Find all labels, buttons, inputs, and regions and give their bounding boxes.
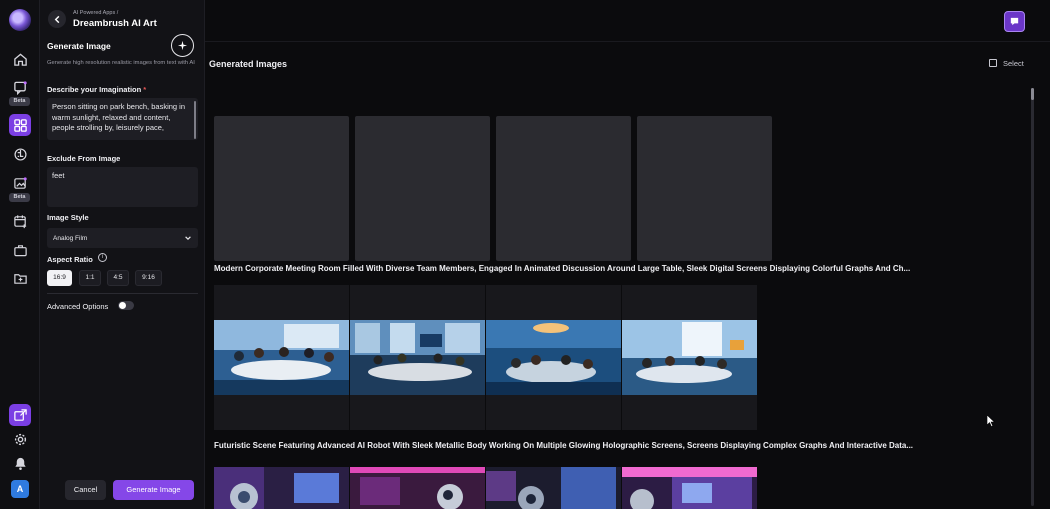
describe-text: Person sitting on park bench, basking in… (52, 102, 185, 132)
exclude-text: feet (52, 171, 65, 180)
mouse-cursor-icon (987, 415, 996, 427)
image-placeholder (355, 116, 490, 261)
generated-image-card[interactable] (622, 285, 757, 430)
describe-label: Describe your Imagination * (47, 85, 146, 94)
ratio-label: Aspect Ratio (47, 255, 93, 264)
generated-image[interactable] (214, 320, 349, 395)
back-button[interactable] (48, 10, 66, 28)
top-action-button[interactable] (1004, 11, 1025, 32)
results-scrollbar[interactable] (1031, 88, 1034, 506)
image-placeholder (214, 116, 349, 261)
advanced-options-label: Advanced Options (47, 302, 109, 311)
folder-icon[interactable] (9, 267, 31, 289)
sparkle-plus-icon (177, 40, 188, 51)
exclude-label: Exclude From Image (47, 154, 121, 163)
chat-icon[interactable] (9, 76, 31, 98)
beta-badge: Beta (9, 193, 30, 202)
prompt-title: Futuristic Scene Featuring Advanced AI R… (214, 441, 914, 450)
generated-image[interactable] (350, 320, 485, 395)
style-select[interactable]: Analog Film (47, 228, 198, 248)
panel-title: Generate Image (47, 41, 111, 51)
generate-panel: AI Powered Apps / Dreambrush AI Art Gene… (40, 0, 205, 509)
ratio-9-16-button[interactable]: 9:16 (135, 270, 162, 286)
promo-icon[interactable] (9, 404, 31, 426)
bell-icon[interactable] (9, 452, 31, 474)
calendar-add-icon[interactable] (9, 210, 31, 232)
generated-image[interactable] (622, 320, 757, 395)
ratio-4-5-button[interactable]: 4:5 (107, 270, 129, 286)
generated-image[interactable] (350, 467, 485, 509)
app-title: Dreambrush AI Art (73, 18, 157, 29)
describe-textarea[interactable]: Person sitting on park bench, basking in… (47, 98, 198, 140)
exclude-textarea[interactable]: feet (47, 167, 198, 207)
generated-image-card[interactable] (486, 285, 621, 430)
brain-icon[interactable] (9, 143, 31, 165)
settings-icon[interactable] (9, 428, 31, 450)
home-icon[interactable] (9, 48, 31, 70)
style-label: Image Style (47, 213, 89, 222)
chevron-down-icon (185, 236, 191, 241)
generated-image[interactable] (486, 467, 621, 509)
toggle-knob (119, 302, 126, 309)
left-rail: Beta Beta A (0, 0, 40, 509)
advanced-options-toggle[interactable] (118, 301, 134, 310)
edit-image-icon[interactable] (9, 172, 31, 194)
generated-image[interactable] (486, 320, 621, 395)
required-mark: * (143, 85, 147, 94)
info-icon[interactable]: i (98, 253, 107, 262)
prompt-title: Modern Corporate Meeting Room Filled Wit… (214, 264, 911, 273)
generated-image[interactable] (214, 467, 349, 509)
generated-images-title: Generated Images (209, 59, 288, 69)
cancel-button[interactable]: Cancel (65, 480, 106, 500)
generate-image-button[interactable]: Generate Image (113, 480, 194, 500)
divider (47, 293, 198, 294)
generated-image-card[interactable] (350, 285, 485, 430)
add-button[interactable] (171, 34, 194, 57)
main-area: Generated Images Select Modern Corporate… (205, 0, 1050, 509)
chat-bubble-icon (1010, 17, 1019, 26)
scrollbar-thumb[interactable] (1031, 88, 1034, 100)
briefcase-icon[interactable] (9, 239, 31, 261)
select-checkbox[interactable] (989, 59, 997, 67)
app-logo[interactable] (9, 9, 31, 31)
panel-subtitle: Generate high resolution realistic image… (47, 60, 195, 66)
ratio-16-9-button[interactable]: 16:9 (47, 270, 72, 286)
select-label[interactable]: Select (1003, 59, 1024, 68)
image-placeholder (496, 116, 631, 261)
describe-label-text: Describe your Imagination (47, 85, 142, 94)
image-placeholder (637, 116, 772, 261)
textarea-scrollbar[interactable] (194, 101, 196, 139)
beta-badge: Beta (9, 97, 30, 106)
generated-image[interactable] (622, 467, 757, 509)
breadcrumb[interactable]: AI Powered Apps / (73, 10, 118, 16)
top-bar (205, 0, 1050, 42)
ratio-1-1-button[interactable]: 1:1 (79, 270, 101, 286)
avatar[interactable]: A (11, 480, 29, 498)
generated-image-card[interactable] (214, 285, 349, 430)
apps-grid-icon[interactable] (9, 114, 31, 136)
style-select-value: Analog Film (53, 234, 88, 242)
